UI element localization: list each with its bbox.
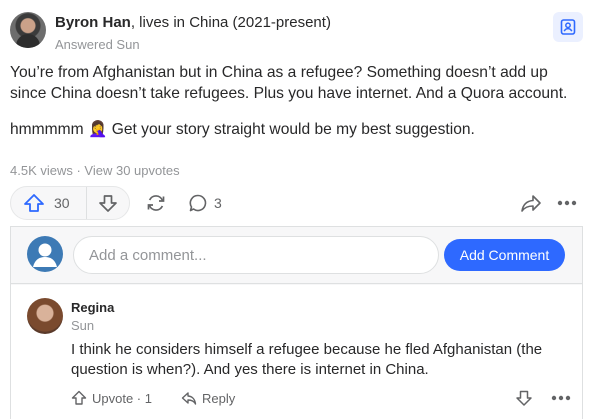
comments-button[interactable]: 3 bbox=[188, 186, 222, 220]
author-avatar[interactable] bbox=[10, 12, 46, 48]
comment-downvote-button[interactable] bbox=[515, 387, 533, 409]
vote-control: 30 bbox=[10, 186, 130, 220]
add-comment-row: Add Comment bbox=[11, 227, 582, 284]
answered-date[interactable]: Answered Sun bbox=[55, 37, 140, 52]
upvote-arrow-icon bbox=[24, 194, 44, 212]
comment-reply-label: Reply bbox=[202, 390, 236, 406]
share-button[interactable] bbox=[520, 186, 542, 220]
commenter-avatar[interactable] bbox=[27, 298, 63, 334]
share-arrow-icon bbox=[521, 195, 541, 212]
comment-reply-button[interactable]: Reply bbox=[181, 387, 235, 409]
downvote-arrow-icon bbox=[516, 390, 532, 406]
comment-input[interactable] bbox=[73, 236, 439, 274]
comment-upvote-label: Upvote · 1 bbox=[92, 390, 152, 406]
upvote-count: 30 bbox=[54, 195, 70, 211]
downvote-button[interactable] bbox=[87, 187, 129, 219]
answer-stats[interactable]: 4.5K views · View 30 upvotes bbox=[10, 163, 180, 178]
bookmark-button[interactable] bbox=[553, 12, 583, 42]
upvote-button[interactable]: 30 bbox=[11, 187, 87, 219]
bookmark-user-icon bbox=[560, 19, 576, 35]
default-user-icon bbox=[33, 243, 57, 267]
comment-bubble-icon bbox=[189, 194, 207, 212]
add-comment-button[interactable]: Add Comment bbox=[444, 239, 565, 271]
author-credential: , lives in China (2021-present) bbox=[130, 14, 331, 31]
more-options-button[interactable] bbox=[557, 186, 577, 220]
answer-header: Byron Han, lives in China (2021-present)… bbox=[10, 10, 583, 54]
comments-section: Add Comment Regina Sun I think he consid… bbox=[10, 226, 583, 419]
reply-arrow-icon bbox=[181, 392, 197, 405]
comment-count: 3 bbox=[214, 195, 222, 211]
comment-more-button[interactable] bbox=[551, 387, 571, 409]
author-name[interactable]: Byron Han bbox=[55, 14, 131, 31]
commenter-name[interactable]: Regina bbox=[71, 300, 114, 315]
reshare-icon bbox=[147, 195, 165, 211]
comment-time: Sun bbox=[71, 318, 95, 333]
comment-upvote-button[interactable]: Upvote · 1 bbox=[71, 387, 152, 409]
answer-paragraph: You’re from Afghanistan but in China as … bbox=[10, 64, 568, 102]
action-bar: 30 3 bbox=[10, 186, 583, 222]
share-reshare-button[interactable] bbox=[145, 186, 167, 220]
answer-body: You’re from Afghanistan but in China as … bbox=[10, 62, 583, 155]
answer-paragraph: hmmmmm 🤦‍♀️ Get your story straight woul… bbox=[10, 121, 475, 138]
comment-item: Regina Sun I think he considers himself … bbox=[11, 285, 582, 419]
comment-text: I think he considers himself a refugee b… bbox=[71, 341, 543, 378]
user-avatar bbox=[27, 236, 63, 272]
upvote-arrow-icon bbox=[71, 390, 87, 405]
comment-actions: Upvote · 1 Reply bbox=[71, 387, 573, 409]
downvote-arrow-icon bbox=[99, 195, 117, 212]
author-line: Byron Han, lives in China (2021-present) bbox=[55, 14, 331, 31]
more-dots-icon bbox=[551, 395, 571, 401]
more-dots-icon bbox=[557, 200, 577, 206]
